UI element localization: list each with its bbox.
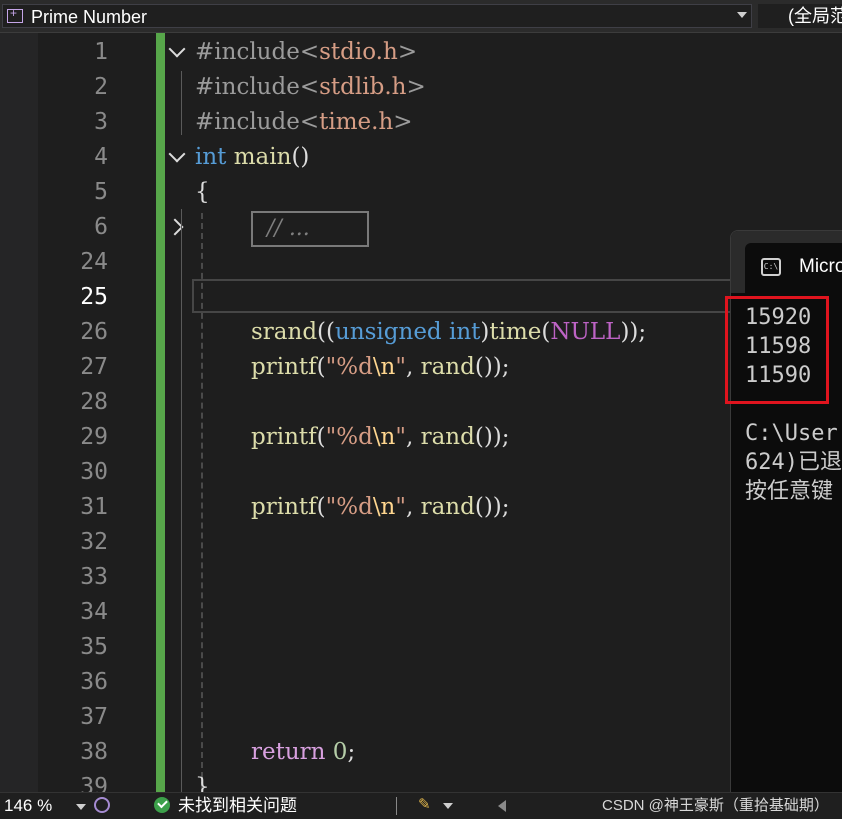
chevron-down-icon[interactable]: [76, 804, 86, 810]
project-icon: [7, 6, 23, 23]
line-number: 34: [80, 599, 108, 625]
line-number: 31: [80, 494, 108, 520]
code-line-27: printf("%d\n", rand());: [251, 354, 510, 380]
collapsed-region[interactable]: // ...: [251, 211, 369, 247]
indent-guide: [181, 209, 182, 792]
line-number: 30: [80, 459, 108, 485]
chevron-down-icon[interactable]: [737, 12, 747, 18]
line-number: 35: [80, 634, 108, 660]
line-number: 27: [80, 354, 108, 380]
console-output-line: 按任意键: [745, 479, 834, 504]
code-line-29: printf("%d\n", rand());: [251, 424, 510, 450]
line-number: 5: [94, 179, 108, 205]
line-numbers: 1 2 3 4 5 6 24 25 26 27 28 29 30 31 32 3…: [38, 33, 156, 800]
code-line-26: srand((unsigned int)time(NULL));: [251, 319, 647, 345]
line-number: 32: [80, 529, 108, 555]
line-number: 1: [94, 39, 108, 65]
line-number: 36: [80, 669, 108, 695]
project-scope-dropdown[interactable]: Prime Number: [2, 4, 752, 28]
console-tab-bar: C:\ Micro: [731, 231, 842, 293]
annotation-highlight-box: [725, 296, 829, 404]
zoom-level[interactable]: 146 %: [4, 795, 52, 817]
terminal-icon: C:\: [761, 258, 781, 276]
line-number-active: 25: [80, 284, 108, 310]
navigation-bar: Prime Number (全局范: [0, 0, 842, 33]
glyph-margin: [0, 33, 38, 792]
code-line-38: return 0;: [251, 739, 356, 765]
console-tab[interactable]: C:\ Micro: [745, 243, 842, 293]
global-scope-label: (全局范: [788, 6, 842, 26]
code-line-1: #include<stdio.h>: [195, 39, 418, 65]
line-number: 6: [94, 214, 108, 240]
change-indicator-bar: [156, 33, 165, 792]
code-line-31: printf("%d\n", rand());: [251, 494, 510, 520]
code-line-2: #include<stdlib.h>: [195, 74, 426, 100]
line-number: 38: [80, 739, 108, 765]
line-number: 26: [80, 319, 108, 345]
code-cleanup-brush-icon[interactable]: ✎: [418, 796, 436, 814]
line-number: 24: [80, 249, 108, 275]
line-number: 2: [94, 74, 108, 100]
line-number: 29: [80, 424, 108, 450]
status-bar: 146 % 未找到相关问题 ✎ CSDN @神王豪斯（重拾基础期）: [0, 792, 842, 819]
console-output-line: C:\User: [745, 421, 838, 446]
project-name: Prime Number: [31, 7, 148, 27]
console-output-line: 624)已退: [745, 450, 842, 475]
divider: [396, 797, 397, 815]
code-line-3: #include<time.h>: [195, 109, 413, 135]
issues-status[interactable]: 未找到相关问题: [178, 795, 297, 817]
copilot-icon[interactable]: [94, 797, 110, 813]
console-tab-title: Micro: [799, 256, 842, 277]
check-circle-icon: [154, 797, 170, 813]
line-number: 4: [94, 144, 108, 170]
code-line-5: {: [195, 179, 210, 205]
chevron-down-icon[interactable]: [443, 803, 453, 809]
line-number: 33: [80, 564, 108, 590]
line-number: 37: [80, 704, 108, 730]
scroll-left-arrow-icon[interactable]: [498, 800, 506, 812]
code-line-4: int main(): [195, 144, 310, 170]
fold-chevron-icon[interactable]: [168, 40, 186, 58]
global-scope-dropdown[interactable]: (全局范: [758, 4, 842, 28]
line-number: 28: [80, 389, 108, 415]
watermark-text: CSDN @神王豪斯（重拾基础期）: [602, 797, 829, 814]
fold-chevron-icon[interactable]: [168, 145, 186, 163]
line-number: 3: [94, 109, 108, 135]
indent-guide: [181, 71, 182, 135]
